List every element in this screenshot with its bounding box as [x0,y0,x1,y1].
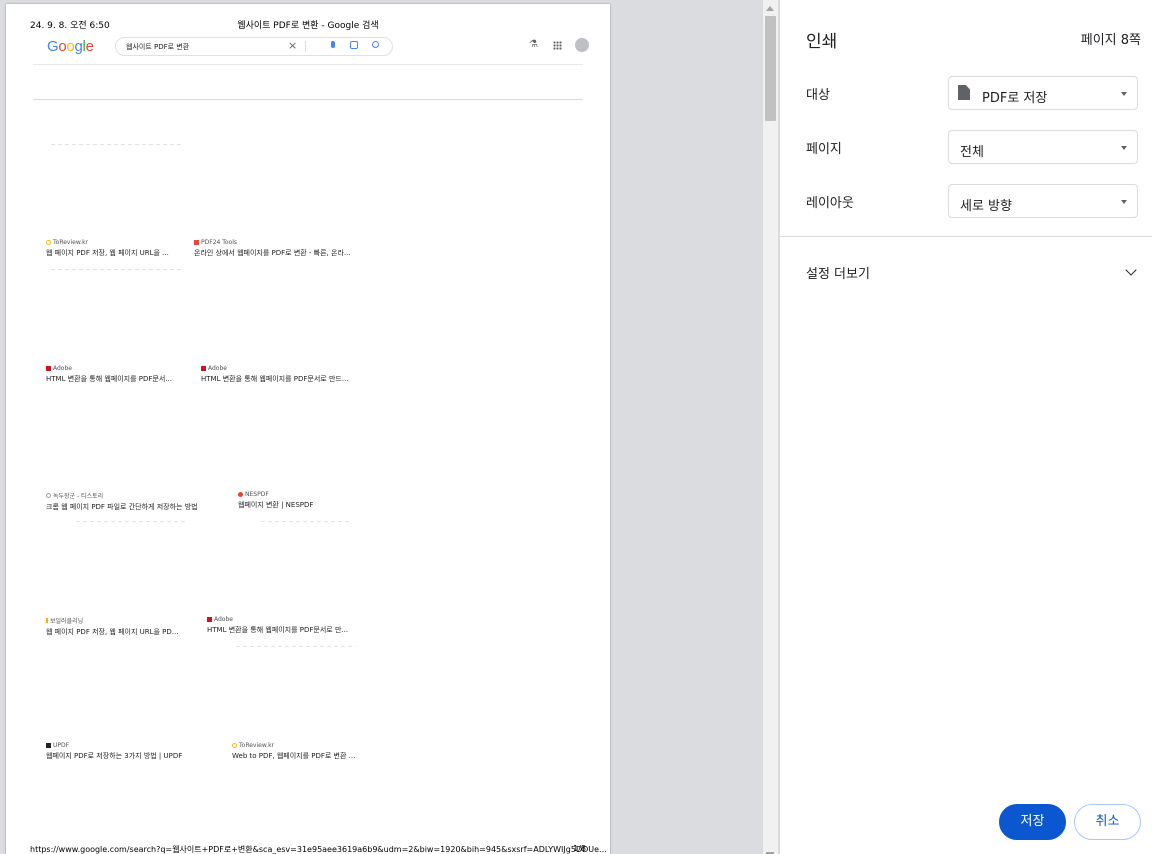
image-result: Adobe HTML 변환을 통해 웹페이지를 PDF문서로 만드... [201,365,349,384]
image-result: Adobe HTML 변환을 통해 웹페이지를 PDF문서... [46,365,172,384]
result-source: 보일러클리닝 [50,618,84,625]
image-result: NESPDF 웹페이지 변환 | NESPDF [238,491,313,510]
pages-select[interactable]: 전체 [948,130,1138,164]
result-title: HTML 변환을 통해 웹페이지를 PDF문서... [46,375,172,383]
file-icon [958,85,970,100]
print-preview-area: 24. 9. 8. 오전 6:50 웹사이트 PDF로 변환 - Google … [0,0,763,854]
image-result: ToReview.kr Web to PDF, 웹페이지를 PDF로 변환 ..… [232,742,355,761]
clear-icon: × [288,39,298,52]
apps-grid-icon [553,41,562,50]
search-divider [305,41,306,52]
result-source: PDF24 Tools [201,239,238,246]
image-placeholder-line [51,269,181,270]
preview-page: 24. 9. 8. 오전 6:50 웹사이트 PDF로 변환 - Google … [6,4,610,854]
print-title: 인쇄 [806,32,838,52]
destination-label: 대상 [806,88,830,103]
scroll-up-arrow-icon[interactable] [766,6,774,11]
scrollbar-thumb[interactable] [765,16,776,121]
dropdown-arrow-icon [1121,92,1127,96]
result-title: 크롬 웹 페이지 PDF 파일로 간단하게 저장하는 방법 [46,503,198,511]
destination-value: PDF로 저장 [982,91,1048,106]
header-rule [33,99,583,100]
result-source: UPDF [53,742,70,749]
settings-divider [780,236,1152,237]
result-source: Adobe [208,365,227,372]
result-source: Adobe [53,365,72,372]
blog-favicon [46,618,48,623]
search-favicon [232,743,237,748]
page-number: 1/8 [573,844,586,853]
image-result: 보일러클리닝 웹 페이지 PDF 저장, 웹 페이지 URL을 PD... [46,616,178,637]
logo-letter: o [66,38,75,55]
image-placeholder-line [236,646,356,647]
preview-scrollbar[interactable] [763,0,778,854]
image-result: 녹두장군 - 티스토리 크롬 웹 페이지 PDF 파일로 간단하게 저장하는 방… [46,491,198,512]
lens-icon [350,41,358,49]
more-settings-toggle[interactable]: 설정 더보기 [806,263,870,282]
result-title: 웹 페이지 PDF 저장, 웹 페이지 URL을 PD... [46,628,179,636]
result-title: HTML 변환을 통해 웹페이지를 PDF문서로 만... [207,626,349,634]
mic-icon [331,41,335,48]
labs-icon: ⚗ [529,39,538,50]
avatar [575,38,589,52]
image-result: Adobe HTML 변환을 통해 웹페이지를 PDF문서로 만... [207,616,348,635]
search-box: 웹사이트 PDF로 변환 × [115,37,393,56]
page-count: 페이지 8쪽 [1080,33,1141,48]
layout-value: 세로 방향 [960,199,1012,214]
result-source: Adobe [214,616,233,623]
image-result: ToReview.kr 웹 페이지 PDF 저장, 웹 페이지 URL을 ... [46,239,169,258]
google-search-bar: Google 웹사이트 PDF로 변환 × ⚗ [33,34,589,65]
result-source: 녹두장군 - 티스토리 [53,493,104,500]
result-title: Web to PDF, 웹페이지를 PDF로 변환 ... [232,752,356,760]
image-placeholder-line [261,521,351,522]
logo-letter: o [58,38,67,55]
destination-select[interactable]: PDF로 저장 [948,76,1138,110]
logo-letter: G [47,38,59,55]
result-title: 온라인 상에서 웹페이지를 PDF로 변환 - 빠른, 온라... [194,249,351,257]
chevron-down-icon[interactable] [1125,264,1137,276]
search-icon [372,41,379,48]
layout-select[interactable]: 세로 방향 [948,184,1138,218]
pdf24-favicon [194,240,199,245]
updf-favicon [46,743,51,748]
cancel-button[interactable]: 취소 [1074,804,1141,840]
result-source: ToReview.kr [53,239,89,246]
page-header: 24. 9. 8. 오전 6:50 웹사이트 PDF로 변환 - Google … [30,18,586,32]
adobe-favicon [46,366,51,371]
result-title: 웹페이지 PDF로 저장하는 3가지 방법 | UPDF [46,752,183,760]
search-query: 웹사이트 PDF로 변환 [126,43,190,51]
dropdown-arrow-icon [1121,200,1127,204]
print-settings-panel: 인쇄 페이지 8쪽 대상 PDF로 저장 페이지 전체 레이아웃 세로 방향 설… [779,0,1152,854]
google-logo: Google [47,38,94,55]
result-title: 웹페이지 변환 | NESPDF [238,501,314,509]
save-button[interactable]: 저장 [999,804,1066,840]
page-footer-url: https://www.google.com/search?q=웹사이트+PDF… [30,845,607,854]
page-header-title: 웹사이트 PDF로 변환 - Google 검색 [237,21,379,31]
pages-value: 전체 [960,145,984,160]
logo-letter: g [74,38,83,55]
image-result: UPDF 웹페이지 PDF로 저장하는 3가지 방법 | UPDF [46,742,182,761]
result-source: NESPDF [245,491,269,498]
adobe-favicon [207,617,212,622]
result-title: 웹 페이지 PDF 저장, 웹 페이지 URL을 ... [46,249,169,257]
result-title: HTML 변환을 통해 웹페이지를 PDF문서로 만드... [201,375,349,383]
image-placeholder-line [51,144,181,145]
result-source: ToReview.kr [239,742,275,749]
adobe-favicon [201,366,206,371]
search-favicon [46,240,51,245]
image-result: PDF24 Tools 온라인 상에서 웹페이지를 PDF로 변환 - 빠른, … [194,239,351,258]
google-header-icons: ⚗ [523,38,589,56]
layout-label: 레이아웃 [806,196,854,211]
tistory-favicon [46,493,51,498]
nespdf-favicon [238,492,243,497]
dropdown-arrow-icon [1121,146,1127,150]
logo-letter: e [85,38,94,55]
pages-label: 페이지 [806,142,842,157]
image-placeholder-line [76,521,186,522]
